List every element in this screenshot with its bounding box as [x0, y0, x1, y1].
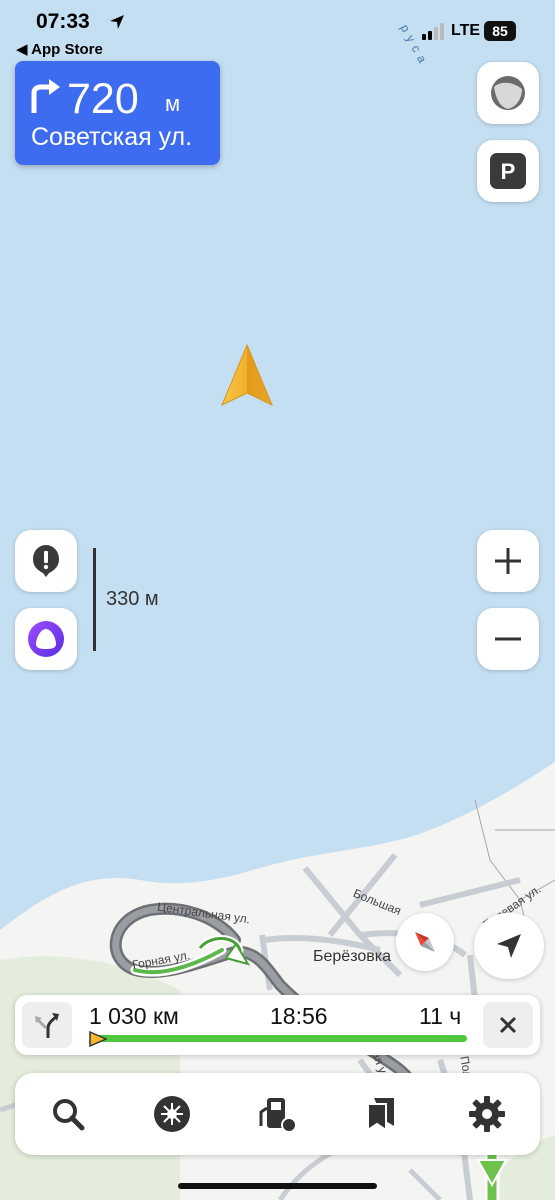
compass-button[interactable]: [396, 913, 454, 971]
discovery-button[interactable]: [150, 1092, 194, 1136]
bookmarks-button[interactable]: [359, 1092, 403, 1136]
map-scale-bar: [93, 548, 96, 651]
compass-icon: [415, 932, 435, 952]
network-type: LTE: [451, 22, 481, 39]
zoom-out-button[interactable]: [477, 608, 539, 670]
battery-indicator: 85: [484, 21, 516, 41]
home-indicator[interactable]: [178, 1183, 377, 1189]
location-arrow-icon: [110, 15, 124, 29]
settings-button[interactable]: [465, 1092, 509, 1136]
report-incident-button[interactable]: [15, 530, 77, 592]
layers-icon: [491, 76, 525, 110]
route-summary-panel[interactable]: 1 030 км 18:56 11 ч: [15, 995, 540, 1055]
progress-cursor-icon: [89, 1031, 107, 1047]
turn-right-icon: [31, 79, 60, 113]
map-layers-button[interactable]: [477, 62, 539, 124]
alice-assistant-button[interactable]: [15, 608, 77, 670]
arrival-time: 18:56: [270, 1003, 328, 1029]
search-icon: [53, 1099, 85, 1131]
maneuver-distance: 720: [67, 75, 139, 123]
maneuver-street: Советская ул.: [31, 123, 193, 151]
map-scale-label: 330 м: [106, 588, 159, 610]
signal-strength-icon: [422, 23, 444, 40]
next-maneuver-card[interactable]: 720 м Советская ул.: [15, 61, 220, 165]
gear-icon: [469, 1096, 505, 1132]
route-fork-icon: [35, 1013, 59, 1038]
alternative-routes-button[interactable]: [22, 1002, 72, 1048]
maneuver-distance-unit: м: [165, 91, 181, 116]
locate-arrow-icon: [497, 934, 521, 958]
end-route-button[interactable]: [483, 1002, 533, 1048]
parking-button[interactable]: P: [477, 140, 539, 202]
fuel-button[interactable]: [255, 1092, 299, 1136]
route-duration: 11 ч: [419, 1003, 462, 1029]
plus-icon: [495, 548, 521, 574]
warning-icon: [33, 545, 59, 577]
zoom-in-button[interactable]: [477, 530, 539, 592]
alice-assistant-icon: [28, 621, 64, 657]
search-button[interactable]: [46, 1092, 90, 1136]
back-to-app-store[interactable]: ◀ App Store: [16, 40, 103, 58]
status-time: 07:33: [36, 10, 90, 33]
navigation-cursor-icon: [221, 343, 273, 407]
discovery-icon: [154, 1096, 190, 1132]
fuel-icon: [259, 1098, 297, 1133]
my-location-button[interactable]: [474, 913, 544, 979]
bottom-toolbar: [15, 1073, 540, 1155]
village-label: Берёзовка: [313, 948, 391, 965]
svg-text:P: P: [501, 159, 516, 184]
route-distance: 1 030 км: [89, 1003, 179, 1029]
minus-icon: [495, 637, 521, 641]
route-progress-bar: [93, 1035, 467, 1042]
bookmarks-icon: [367, 1098, 394, 1132]
close-icon: [499, 1016, 517, 1034]
parking-icon: P: [490, 153, 526, 189]
